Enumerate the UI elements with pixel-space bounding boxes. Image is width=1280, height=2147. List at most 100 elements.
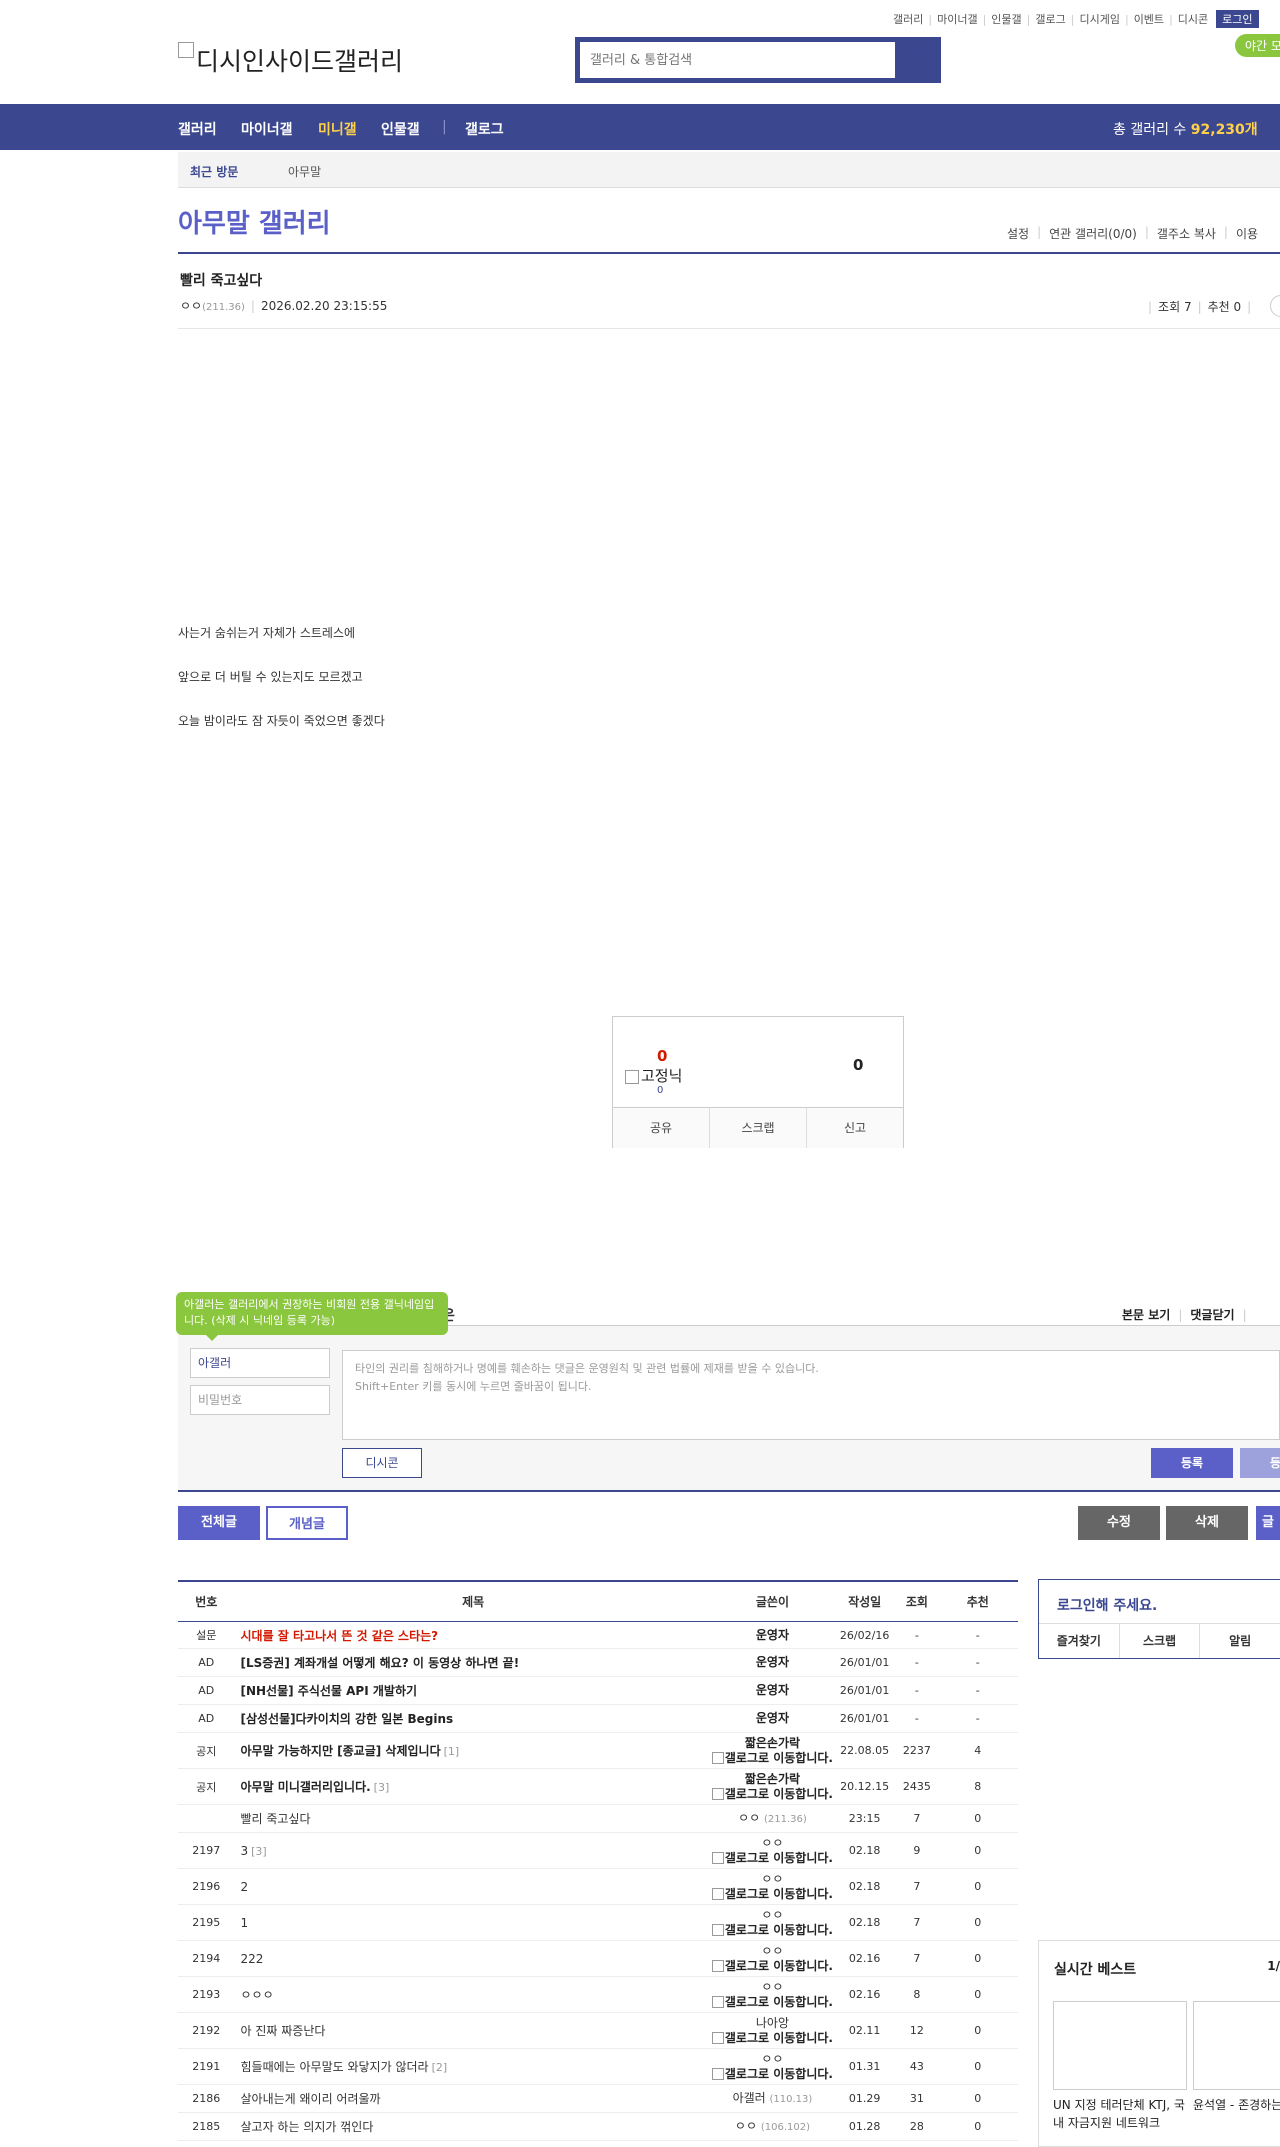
writer-nick[interactable]: 짧은손가락 (745, 1772, 800, 1786)
reply-count[interactable]: [2] (432, 2061, 448, 2074)
table-row[interactable]: 2186 살아내는게 왜이리 어려울까 아갤러 (110.13) 01.29 31 0 (178, 2084, 1018, 2113)
password-field[interactable]: 비밀번호 (190, 1385, 330, 1415)
cell-title[interactable]: 살아내는게 왜이리 어려울까 (234, 2084, 712, 2113)
gallog-link[interactable]: 갤로그로 이동합니다. (725, 1751, 833, 1765)
nav-minor-gallery[interactable]: 마이너갤 (241, 119, 293, 139)
nav-gallog[interactable]: 갤로그 (465, 119, 504, 139)
nav-gallery[interactable]: 갤러리 (178, 119, 217, 139)
writer-nick[interactable]: ㅇㅇ (761, 2052, 783, 2066)
login-prompt[interactable]: 로그인해 주세요. (1057, 1595, 1157, 1615)
cell-title[interactable]: [삼성선물]다카이치의 강한 일본 Begins (234, 1704, 712, 1733)
recent-visit-item[interactable]: 아무말 (288, 163, 321, 180)
post-link[interactable]: 2 (240, 1880, 248, 1894)
cell-writer[interactable]: ㅇㅇ (211.36) (711, 1804, 833, 1833)
post-link[interactable]: 살아내는게 왜이리 어려울까 (240, 2092, 380, 2106)
cell-writer[interactable]: 운영자 (711, 1648, 833, 1677)
post-link[interactable]: 살고자 하는 의지가 꺾인다 (240, 2120, 373, 2134)
search-input[interactable] (580, 42, 890, 78)
upvote-count[interactable]: 0 (657, 1047, 667, 1065)
post-writer-nick[interactable]: ㅇㅇ (180, 299, 202, 313)
close-comments-button[interactable]: 댓글닫기 (1190, 1308, 1234, 1322)
table-row[interactable]: 2193 ㅇㅇㅇ ㅇㅇ 갤로그로 이동합니다. 02.16 8 0 (178, 1976, 1018, 2013)
cell-writer[interactable]: ㅇㅇ 갤로그로 이동합니다. (711, 1868, 833, 1905)
writer-nick[interactable]: ㅇㅇ (761, 1836, 783, 1850)
site-logo[interactable]: 디시인사이드갤러리 (178, 42, 403, 78)
cell-title[interactable]: [LS증권] 계좌개설 어떻게 해요? 이 동영상 하나면 끝! (234, 1648, 712, 1677)
post-link[interactable]: 힘들때에는 아무말도 와닿지가 않더라 (240, 2060, 428, 2074)
cell-title[interactable]: 아무말 가능하지만 [종교글] 삭제입니다 [1] (234, 1732, 712, 1769)
gallog-icon[interactable] (711, 1924, 724, 1936)
table-row[interactable]: 설문 시대를 잘 타고나서 뜬 것 같은 스타는? 운영자 26/02/16- - (178, 1621, 1018, 1649)
top-link-event[interactable]: 이벤트 (1134, 11, 1164, 27)
top-link-person[interactable]: 인물갤 (991, 11, 1021, 27)
post-link[interactable]: 시대를 잘 타고나서 뜬 것 같은 스타는? (240, 1629, 438, 1643)
dark-mode-button[interactable]: 야간 모 (1235, 34, 1280, 57)
writer-nick[interactable]: 짧은손가락 (745, 1736, 800, 1750)
top-link-gallery[interactable]: 갤러리 (893, 11, 923, 27)
comment-textarea[interactable]: 타인의 권리를 침해하거나 명예를 훼손하는 댓글은 운영원칙 및 관련 법률에… (342, 1350, 1280, 1440)
gallery-menu-copy-address[interactable]: 갤주소 복사 (1157, 225, 1216, 242)
login-button[interactable]: 로그인 (1216, 10, 1259, 28)
best-thumbnail[interactable] (1193, 2001, 1280, 2090)
nav-person-gallery[interactable]: 인물갤 (381, 119, 420, 139)
gallery-title[interactable]: 아무말 갤러리 (178, 203, 331, 240)
cell-writer[interactable]: 아갤러 (110.13) (711, 2084, 833, 2113)
writer-nick[interactable]: 운영자 (756, 1628, 789, 1642)
cell-title[interactable]: 살고자 하는 의지가 꺾인다 (234, 2112, 712, 2141)
all-posts-button[interactable]: 전체글 (178, 1506, 260, 1540)
gallog-icon[interactable] (711, 1852, 724, 1864)
table-row[interactable]: 2195 1 ㅇㅇ 갤로그로 이동합니다. 02.18 7 0 (178, 1904, 1018, 1941)
post-link[interactable]: ㅇㅇㅇ (240, 1988, 273, 2002)
writer-nick[interactable]: 운영자 (756, 1655, 789, 1669)
cell-writer[interactable]: 운영자 (711, 1621, 833, 1649)
post-link[interactable]: 아무말 가능하지만 [종교글] 삭제입니다 (240, 1744, 440, 1758)
post-link[interactable]: [NH선물] 주식선물 API 개발하기 (240, 1684, 417, 1698)
gallery-menu-settings[interactable]: 설정 (1007, 225, 1029, 242)
best-caption[interactable]: 윤석열 - 존경하는 여러분 (1193, 2096, 1280, 2114)
reply-count[interactable]: [3] (374, 1781, 390, 1794)
post-link[interactable]: 1 (240, 1916, 248, 1930)
cell-title[interactable]: 222 (234, 1940, 712, 1977)
search-button[interactable] (896, 37, 941, 83)
writer-nick[interactable]: ㅇㅇ (735, 2119, 757, 2133)
top-link-dccon[interactable]: 디시콘 (1178, 11, 1208, 27)
top-link-game[interactable]: 디시게임 (1079, 11, 1119, 27)
edit-button[interactable]: 수정 (1078, 1506, 1160, 1540)
gallery-menu-related[interactable]: 연관 갤러리(0/0) (1049, 225, 1137, 242)
reply-count[interactable]: [1] (444, 1745, 460, 1758)
top-link-gallog[interactable]: 갤로그 (1035, 11, 1065, 27)
cell-writer[interactable]: 짧은손가락 갤로그로 이동합니다. (711, 1768, 833, 1805)
cell-title[interactable]: 아 진짜 짜증난다 (234, 2012, 712, 2049)
gallog-icon[interactable] (711, 1788, 724, 1800)
comment-submit-recommend-button[interactable]: 등록 (1240, 1448, 1280, 1478)
gallog-icon[interactable] (711, 2032, 724, 2044)
scrap-button[interactable]: 스크랩 (710, 1108, 807, 1148)
writer-nick[interactable]: ㅇㅇ (761, 1872, 783, 1886)
cell-title[interactable]: 아무말 미니갤러리입니다. [3] (234, 1768, 712, 1805)
best-thumbnail[interactable] (1053, 2001, 1187, 2090)
cell-title[interactable]: 1 (234, 1904, 712, 1941)
cell-title[interactable]: 힘들때에는 아무말도 와닿지가 않더라 [2] (234, 2048, 712, 2085)
table-row[interactable]: 빨리 죽고싶다 ㅇㅇ (211.36) 23:15 7 0 (178, 1804, 1018, 1833)
cell-title[interactable]: 시대를 잘 타고나서 뜬 것 같은 스타는? (234, 1621, 712, 1649)
cell-writer[interactable]: ㅇㅇ 갤로그로 이동합니다. (711, 1904, 833, 1941)
gallog-link[interactable]: 갤로그로 이동합니다. (725, 1887, 833, 1901)
concept-posts-button[interactable]: 개념글 (266, 1506, 348, 1540)
writer-nick[interactable]: ㅇㅇ (761, 1944, 783, 1958)
table-row[interactable]: 2196 2 ㅇㅇ 갤로그로 이동합니다. 02.18 7 0 (178, 1868, 1018, 1905)
delete-button[interactable]: 삭제 (1166, 1506, 1248, 1540)
best-caption[interactable]: UN 지정 테러단체 KTJ, 국내 자금지원 네트워크 (1053, 2096, 1185, 2132)
dccon-button[interactable]: 디시콘 (342, 1448, 422, 1478)
table-row[interactable]: 2191 힘들때에는 아무말도 와닿지가 않더라 [2] ㅇㅇ 갤로그로 이동합니다. 0… (178, 2048, 1018, 2085)
gallog-link[interactable]: 갤로그로 이동합니다. (725, 1959, 833, 1973)
gallery-menu-use[interactable]: 이용 (1236, 225, 1258, 242)
post-link[interactable]: 빨리 죽고싶다 (240, 1812, 310, 1826)
gallog-link[interactable]: 갤로그로 이동합니다. (725, 1851, 833, 1865)
table-row[interactable]: 2197 3 [3] ㅇㅇ 갤로그로 이동합니다. 02.18 9 0 (178, 1832, 1018, 1869)
gallog-link[interactable]: 갤로그로 이동합니다. (725, 2067, 833, 2081)
gallog-icon[interactable] (711, 1888, 724, 1900)
gallog-icon[interactable] (711, 1752, 724, 1764)
writer-nick[interactable]: ㅇㅇ (761, 1908, 783, 1922)
favorites-button[interactable]: 즐겨찾기 (1039, 1624, 1120, 1658)
report-button[interactable]: 신고 (807, 1108, 903, 1148)
